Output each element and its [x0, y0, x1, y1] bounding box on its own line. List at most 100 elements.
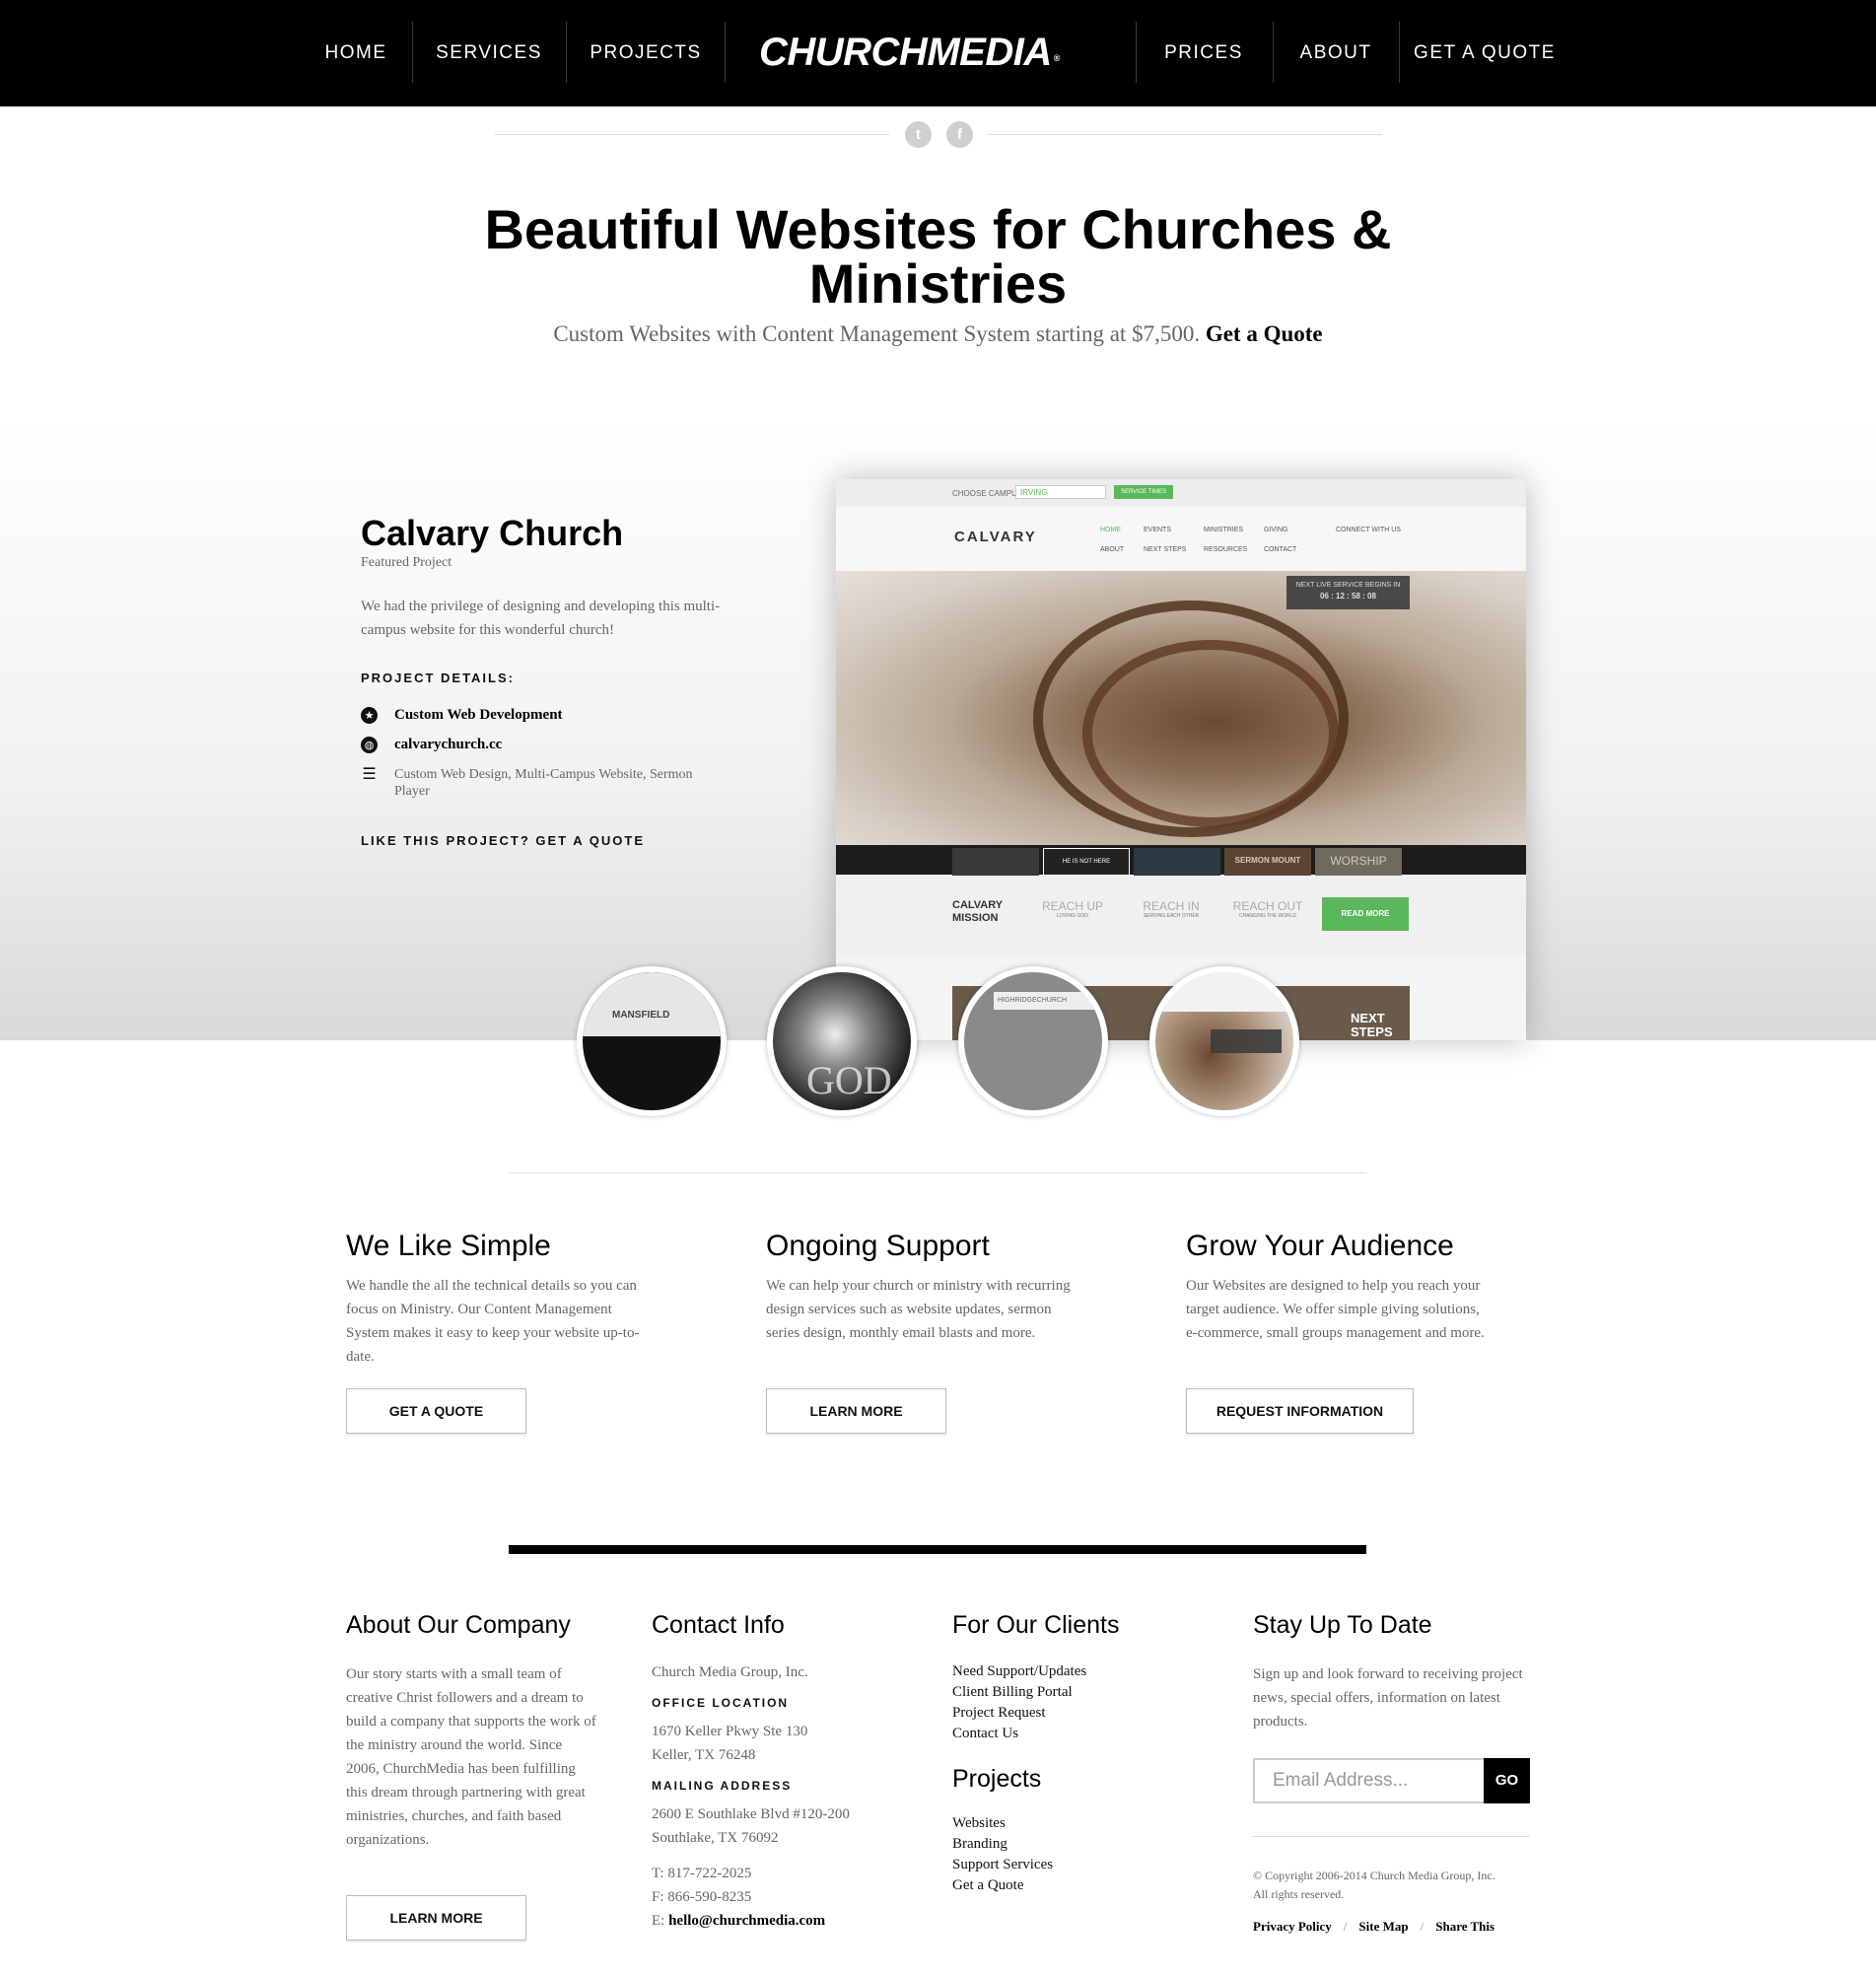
project-link[interactable]: Support Services: [952, 1855, 1053, 1875]
section-divider: [509, 1172, 1366, 1173]
project-detail-item: ☰ Custom Web Design, Multi-Campus Websit…: [361, 766, 735, 806]
mockup-live-timer: NEXT LIVE SERVICE BEGINS IN 06 : 12 : 58…: [1286, 576, 1410, 609]
nav-divider: [1399, 22, 1400, 83]
office-location-label: OFFICE LOCATION: [652, 1696, 790, 1710]
footer-clients-title: For Our Clients: [952, 1611, 1120, 1639]
mockup-reach-item: REACH UP LOVING GOD: [1033, 899, 1112, 919]
mockup-thumb: [952, 848, 1039, 876]
email-input[interactable]: Email Address...: [1253, 1758, 1484, 1803]
project-website-link[interactable]: calvarychurch.cc: [394, 737, 730, 753]
nav-prices[interactable]: PRICES: [1153, 0, 1254, 106]
top-navigation: HOME SERVICES PROJECTS CHURCHMEDIA ® PRIC…: [0, 0, 1876, 106]
mockup-read-more: READ MORE: [1322, 897, 1409, 931]
email-link[interactable]: hello@churchmedia.com: [668, 1913, 825, 1929]
mockup-menu-item: ABOUT: [1100, 546, 1125, 553]
logo-text: CHURCHMEDIA: [759, 31, 1052, 74]
hero-quote-link[interactable]: Get a Quote: [1206, 321, 1323, 346]
nav-projects[interactable]: PROJECTS: [584, 0, 708, 106]
mockup-menu-item: GIVING: [1264, 527, 1288, 533]
nav-get-a-quote[interactable]: GET A QUOTE: [1412, 0, 1558, 106]
mockup-menu-item: EVENTS: [1144, 527, 1172, 533]
fax-number: F: 866-590-8235: [652, 1889, 752, 1905]
site-logo[interactable]: CHURCHMEDIA ®: [759, 30, 1104, 75]
featured-project-subtitle: Featured Project: [361, 555, 452, 570]
reach-title: REACH IN: [1143, 899, 1200, 913]
project-thumbnail-circle[interactable]: [1149, 966, 1299, 1116]
mockup-topbar: CHOOSE CAMPUS IRVING SERVICE TIMES: [836, 479, 1526, 507]
project-link[interactable]: Get a Quote: [952, 1875, 1023, 1896]
link-separator: /: [1343, 1919, 1348, 1934]
nav-divider: [412, 22, 413, 83]
facebook-icon[interactable]: f: [946, 121, 973, 148]
project-link[interactable]: Websites: [952, 1813, 1006, 1834]
share-this-link[interactable]: Share This: [1435, 1919, 1494, 1934]
twitter-icon[interactable]: t: [905, 121, 932, 148]
nav-divider: [566, 22, 567, 83]
mockup-connect-label: CONNECT WITH US: [1336, 527, 1401, 533]
nav-divider: [1273, 22, 1274, 83]
footer-about-text: Our story starts with a small team of cr…: [346, 1666, 596, 1848]
mockup-thumb-strip: HE IS NOT HERE SERMON MOUNT WORSHIP: [836, 845, 1526, 876]
project-thumbnail-circle[interactable]: HIGHRIDGECHURCH: [958, 966, 1108, 1116]
mockup-mission-bar: CALVARY MISSION REACH UP LOVING GOD REAC…: [836, 876, 1526, 954]
mockup-header: CALVARY HOME EVENTS MINISTRIES GIVING AB…: [836, 507, 1526, 580]
client-link[interactable]: Client Billing Portal: [952, 1682, 1073, 1703]
email-line: E: hello@churchmedia.com: [652, 1909, 825, 1933]
client-link[interactable]: Need Support/Updates: [952, 1661, 1086, 1682]
project-thumbnail-circle[interactable]: GOD: [767, 966, 917, 1116]
project-detail-text: Custom Web Design, Multi-Campus Website,…: [394, 767, 693, 799]
nav-about[interactable]: ABOUT: [1290, 0, 1381, 106]
footer-about-title: About Our Company: [346, 1611, 571, 1639]
request-information-button[interactable]: REQUEST INFORMATION: [1186, 1388, 1414, 1434]
project-thumbnail-circle[interactable]: MANSFIELD: [577, 966, 727, 1116]
office-address-line: Keller, TX 76248: [652, 1747, 756, 1763]
nav-home[interactable]: HOME: [313, 0, 398, 106]
crown-of-thorns-image: [836, 571, 1526, 845]
nav-divider: [725, 22, 726, 83]
project-screenshot[interactable]: CHOOSE CAMPUS IRVING SERVICE TIMES CALVA…: [836, 479, 1526, 1040]
mockup-reach-item: REACH OUT CHANGING THE WORLD: [1223, 899, 1312, 919]
nav-services[interactable]: SERVICES: [430, 0, 548, 106]
learn-more-button[interactable]: LEARN MORE: [766, 1388, 946, 1434]
mockup-thumb: WORSHIP: [1315, 848, 1402, 876]
office-address-line: 1670 Keller Pkwy Ste 130: [652, 1724, 808, 1739]
hero-subtitle: Custom Websites with Content Management …: [394, 321, 1482, 347]
list-icon: ☰: [362, 764, 377, 783]
registered-mark: ®: [1053, 53, 1061, 63]
mailing-address-line: 2600 E Southlake Blvd #120-200: [652, 1806, 850, 1822]
project-detail-item[interactable]: ◍ calvarychurch.cc: [361, 737, 735, 756]
mockup-menu-item: NEXT STEPS: [1144, 546, 1187, 553]
mailing-address-label: MAILING ADDRESS: [652, 1779, 793, 1793]
mockup-menu-item: HOME: [1100, 527, 1121, 533]
footer-learn-more-button[interactable]: LEARN MORE: [346, 1895, 526, 1941]
get-a-quote-button[interactable]: GET A QUOTE: [346, 1388, 526, 1434]
hero-title-line: Beautiful Websites for Churches &: [484, 198, 1392, 260]
footer-bottom-links: Privacy Policy / Site Map / Share This: [1253, 1919, 1494, 1935]
project-details-label: PROJECT DETAILS:: [361, 671, 515, 685]
client-link[interactable]: Contact Us: [952, 1724, 1018, 1744]
hero-subtitle-text: Custom Websites with Content Management …: [553, 321, 1201, 346]
featured-project-title: Calvary Church: [361, 513, 624, 553]
email-prefix: E:: [652, 1913, 665, 1929]
mockup-thumb: HE IS NOT HERE: [1043, 848, 1130, 876]
mockup-menu-item: RESOURCES: [1204, 546, 1248, 553]
feature-text: We handle the all the technical details …: [346, 1278, 640, 1365]
project-link[interactable]: Branding: [952, 1834, 1007, 1855]
reach-sub: SERVING EACH OTHER: [1143, 913, 1200, 919]
newsletter-go-button[interactable]: GO: [1484, 1758, 1530, 1803]
phone-number: T: 817-722-2025: [652, 1866, 752, 1881]
footer-divider-line: [1253, 1836, 1530, 1837]
reach-title: REACH OUT: [1232, 899, 1303, 913]
footer-divider: [509, 1545, 1366, 1554]
thumbnail-header: [1155, 972, 1293, 1012]
site-map-link[interactable]: Site Map: [1358, 1919, 1408, 1934]
privacy-policy-link[interactable]: Privacy Policy: [1253, 1919, 1332, 1934]
copyright-text: © Copyright 2006-2014 Church Media Group…: [1253, 1869, 1495, 1882]
client-link[interactable]: Project Request: [952, 1703, 1046, 1724]
timer-label: NEXT LIVE SERVICE BEGINS IN: [1295, 582, 1401, 589]
link-separator: /: [1420, 1919, 1424, 1934]
thumb-band: [583, 972, 721, 1036]
project-quote-link[interactable]: LIKE THIS PROJECT? GET A QUOTE: [361, 833, 645, 848]
timer-value: 06 : 12 : 58 : 08: [1320, 592, 1376, 600]
footer-newsletter-title: Stay Up To Date: [1253, 1611, 1432, 1639]
